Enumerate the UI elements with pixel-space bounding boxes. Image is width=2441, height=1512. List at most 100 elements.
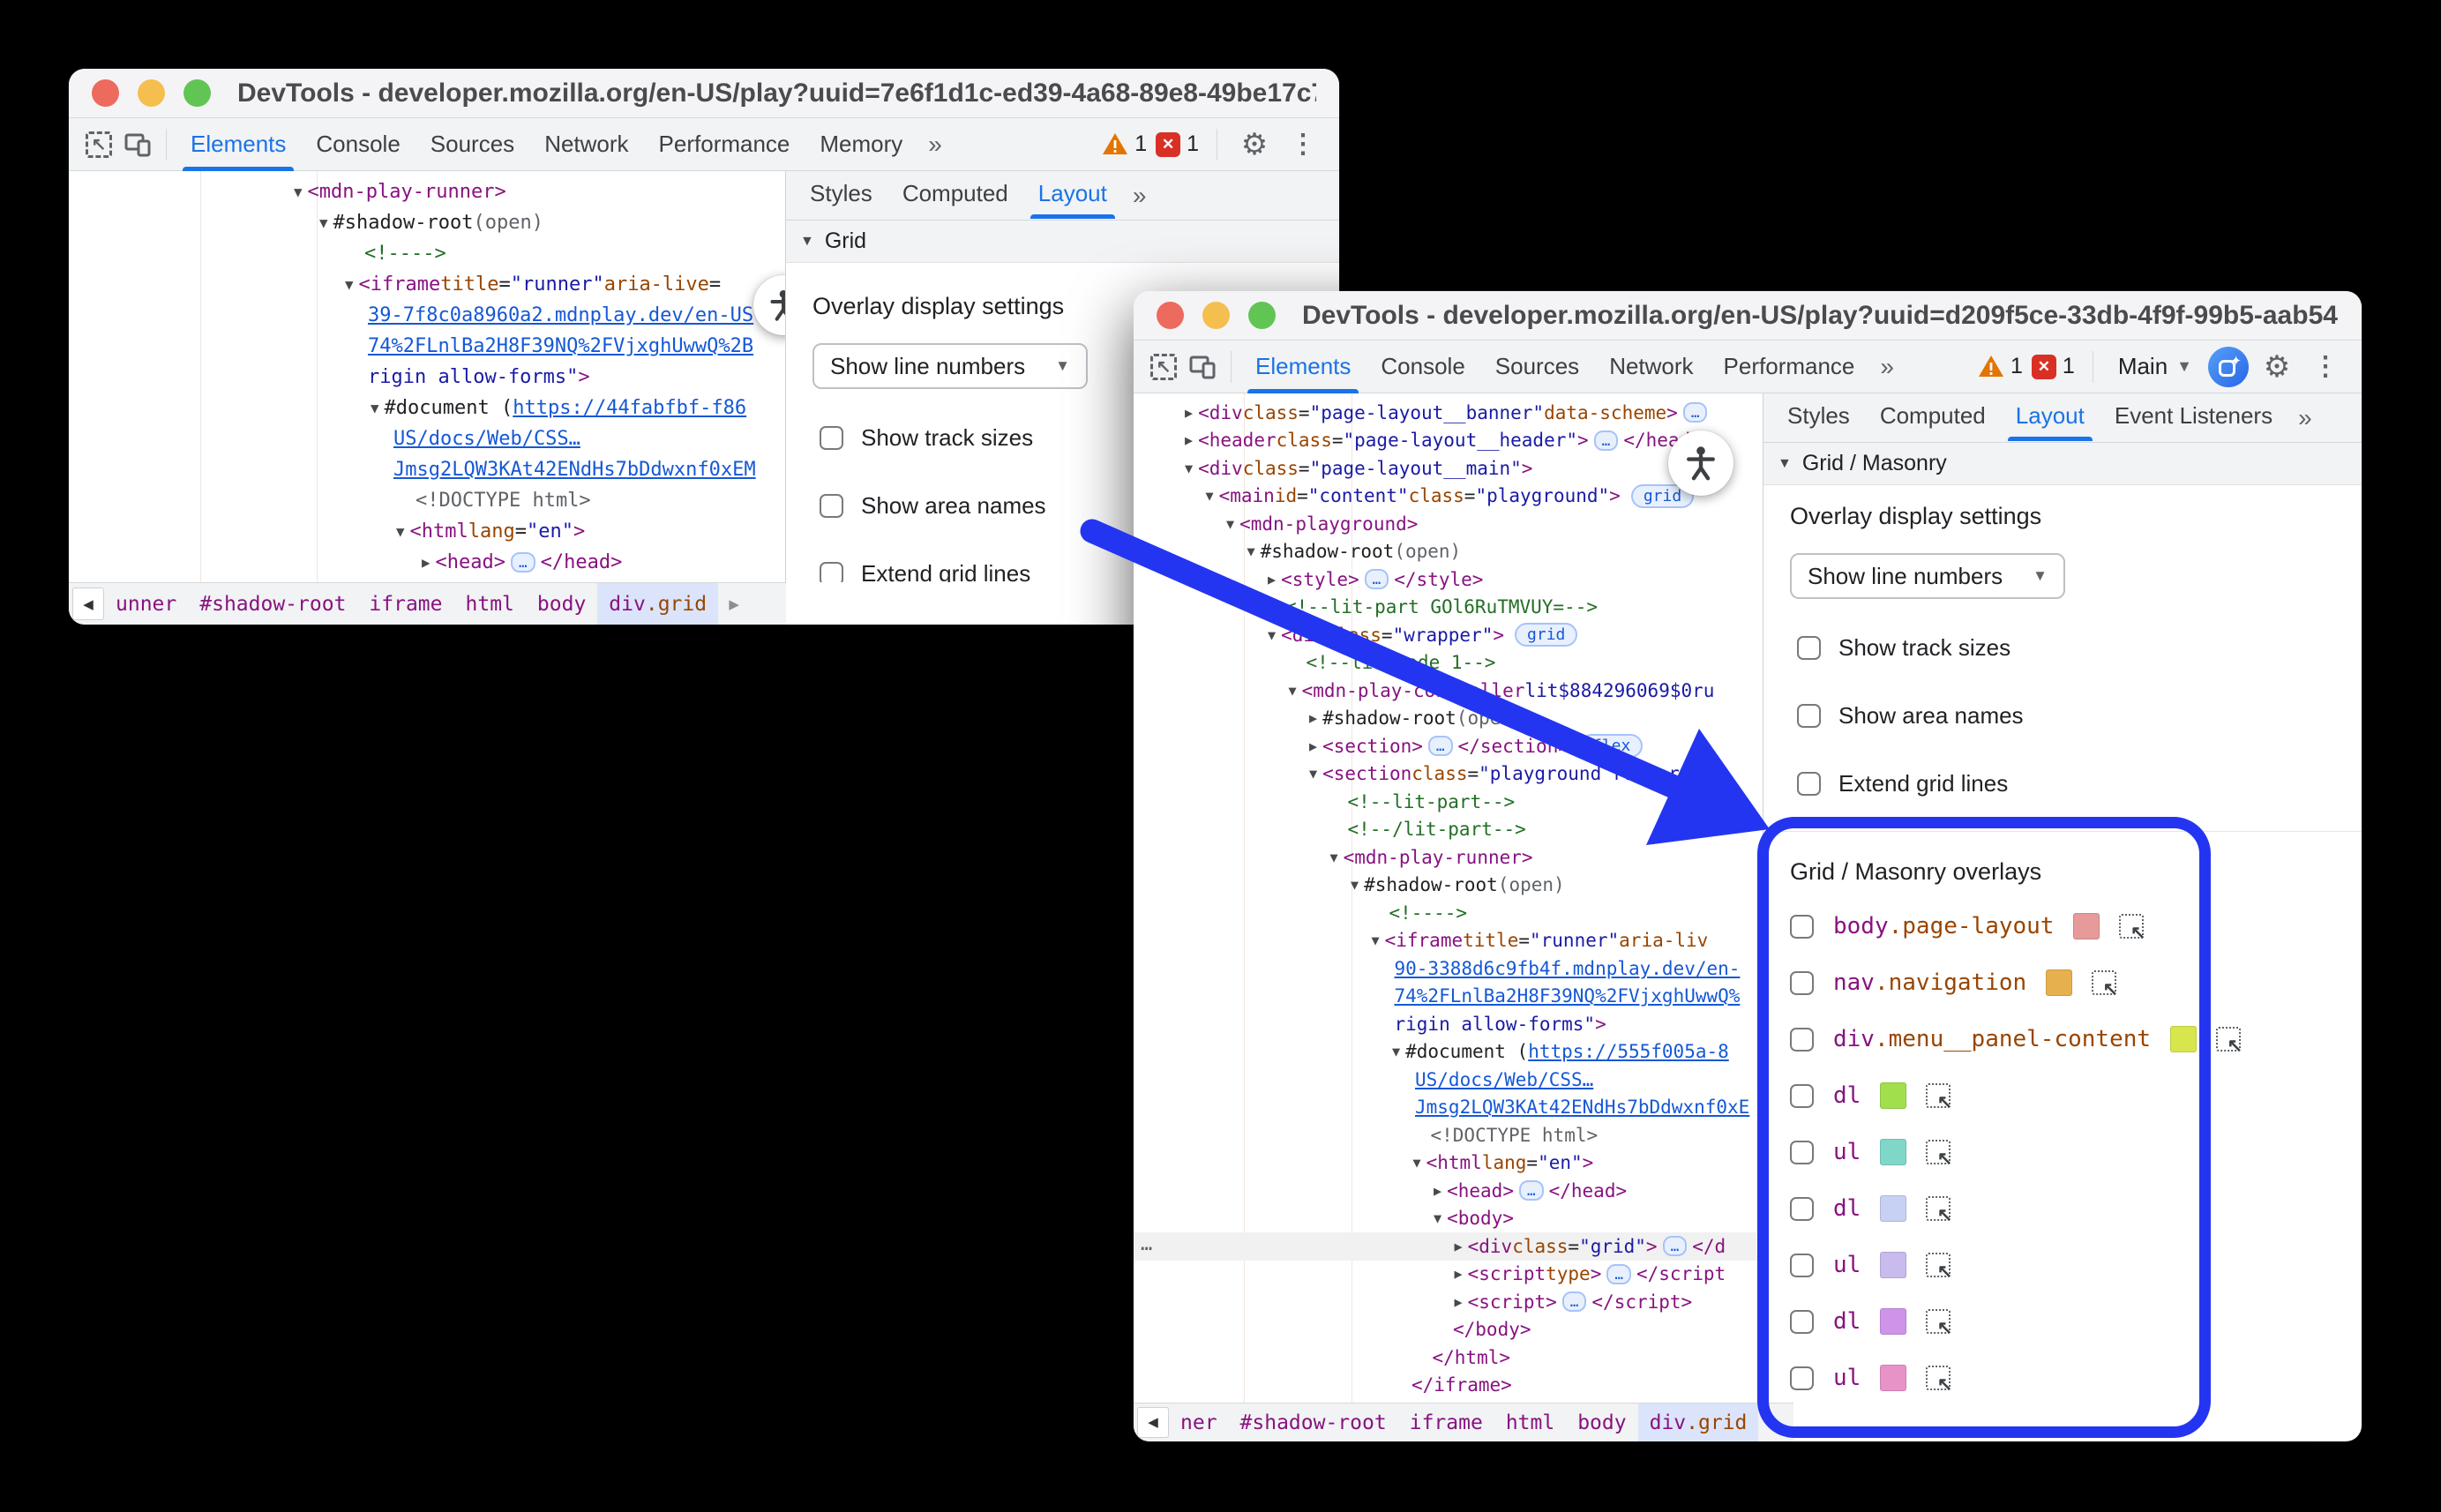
overlay-checkbox[interactable] — [1790, 1197, 1814, 1221]
inspect-element-icon[interactable]: ↖ — [79, 118, 118, 171]
ellipsis-badge[interactable]: … — [1594, 430, 1619, 451]
breadcrumb-item-shadow-root[interactable]: #shadow-root — [188, 583, 357, 625]
checkbox-icon[interactable] — [1797, 636, 1821, 660]
breadcrumb-forward-icon[interactable]: ▶ — [1758, 1407, 1790, 1437]
expand-arrow-icon[interactable]: ▼ — [1226, 516, 1234, 532]
tree-row[interactable]: ▶<head>…</head> — [1134, 1177, 1763, 1205]
tree-row[interactable]: US/docs/Web/CSS… — [1134, 1066, 1763, 1094]
overlay-checkbox[interactable] — [1790, 971, 1814, 995]
zoom-window-button[interactable] — [1248, 302, 1276, 329]
tab-elements[interactable]: Elements — [176, 118, 301, 171]
more-tabs-icon[interactable]: » — [1122, 182, 1156, 210]
breadcrumb-item-unner[interactable]: unner — [104, 583, 188, 625]
tree-row[interactable]: <!DOCTYPE html> — [1134, 1121, 1763, 1149]
grid-overlay-item[interactable]: dl — [1790, 1293, 2362, 1350]
checkbox-icon[interactable] — [1797, 772, 1821, 796]
tab-styles[interactable]: Styles — [1772, 392, 1865, 441]
expand-arrow-icon[interactable]: ▶ — [1455, 1294, 1463, 1310]
inspect-target-icon[interactable] — [1926, 1309, 1951, 1334]
checkbox-icon[interactable] — [820, 562, 843, 582]
tab-console[interactable]: Console — [1366, 341, 1479, 393]
flex-badge[interactable]: flex — [1580, 734, 1643, 758]
tree-row[interactable]: ▶<style>…</style> — [1134, 565, 1763, 594]
breadcrumb-back-icon[interactable]: ◀ — [1137, 1407, 1169, 1437]
kebab-menu-icon[interactable]: ⋮ — [2305, 351, 2346, 382]
device-toolbar-icon[interactable] — [118, 118, 157, 171]
gutter-more-icon[interactable]: … — [1141, 1233, 1154, 1255]
overlay-color-swatch[interactable] — [1880, 1365, 1906, 1391]
ellipsis-badge[interactable]: … — [1663, 1236, 1688, 1256]
breadcrumb-item-html[interactable]: html — [1494, 1403, 1566, 1441]
expand-arrow-icon[interactable]: ▼ — [1309, 766, 1317, 782]
tree-row[interactable]: ▼<div class="wrapper">grid — [1134, 621, 1763, 649]
tab-memory[interactable]: Memory — [805, 118, 917, 171]
expand-arrow-icon[interactable]: ▼ — [1434, 1210, 1441, 1226]
tree-row[interactable]: 90-3388d6c9fb4f.mdnplay.dev/en- — [1134, 954, 1763, 983]
tree-row[interactable]: ▼<iframe title="runner" aria-live= — [69, 269, 785, 300]
tab-sources[interactable]: Sources — [416, 118, 529, 171]
tree-row[interactable]: ▼<html lang="en"> — [1134, 1149, 1763, 1178]
tree-row[interactable]: 74%2FLnlBa2H8F39NQ%2FVjxghUwwQ% — [1134, 983, 1763, 1011]
dom-tree-pane[interactable]: ▼<mdn-play-runner>▼#shadow-root (open)<!… — [69, 171, 785, 582]
breadcrumb-item-iframe[interactable]: iframe — [357, 583, 453, 625]
overlay-color-swatch[interactable] — [1880, 1308, 1906, 1335]
tab-elements[interactable]: Elements — [1240, 341, 1366, 393]
inspect-element-icon[interactable]: ↖ — [1144, 341, 1183, 393]
overlay-checkbox[interactable] — [1790, 1084, 1814, 1108]
tree-row[interactable]: Jmsg2LQW3KAt42ENdHs7bDdwxnf0xE — [1134, 1094, 1763, 1122]
tree-row[interactable]: ▶<head>…</head> — [69, 547, 785, 578]
minimize-window-button[interactable] — [138, 79, 165, 107]
expand-arrow-icon[interactable]: ▼ — [396, 523, 405, 540]
device-toolbar-icon[interactable] — [1183, 341, 1222, 393]
overlay-checkbox[interactable] — [1790, 1028, 1814, 1052]
ellipsis-badge[interactable]: … — [1683, 402, 1708, 423]
titlebar[interactable]: DevTools - developer.mozilla.org/en-US/p… — [1134, 291, 2362, 341]
breadcrumb-back-icon[interactable]: ◀ — [72, 588, 104, 621]
accessibility-button[interactable] — [1668, 430, 1733, 496]
expand-arrow-icon[interactable]: ▼ — [1372, 932, 1380, 948]
tree-row[interactable]: ▶<header class="page-layout__header">…</… — [1134, 427, 1763, 455]
grid-overlay-item[interactable]: ul — [1790, 1237, 2362, 1293]
expand-arrow-icon[interactable]: ▼ — [1247, 543, 1255, 559]
tree-row[interactable]: ▶<section>…</section>flex — [1134, 732, 1763, 760]
inspect-target-icon[interactable] — [1926, 1083, 1951, 1108]
overlay-checkbox[interactable] — [1790, 1254, 1814, 1277]
tree-row[interactable]: rigin allow-forms"> — [1134, 1010, 1763, 1038]
grid-overlay-item[interactable]: body.page-layout — [1790, 898, 2362, 954]
expand-arrow-icon[interactable]: ▶ — [1309, 710, 1317, 726]
inspect-target-icon[interactable] — [2216, 1027, 2241, 1052]
line-numbers-dropdown[interactable]: Show line numbers▼ — [812, 343, 1088, 389]
settings-gear-icon[interactable]: ⚙ — [1235, 118, 1274, 171]
settings-gear-icon[interactable]: ⚙ — [2258, 341, 2296, 393]
ai-assistance-icon[interactable]: ✦ — [2208, 347, 2249, 387]
expand-arrow-icon[interactable]: ▼ — [1289, 683, 1297, 699]
expand-arrow-icon[interactable]: ▶ — [1268, 572, 1276, 588]
expand-arrow-icon[interactable]: ▼ — [1392, 1044, 1400, 1059]
expand-arrow-icon[interactable]: ▶ — [1455, 1239, 1463, 1254]
grid-overlay-item[interactable]: nav.navigation — [1790, 954, 2362, 1011]
breadcrumb-item-iframe[interactable]: iframe — [1398, 1403, 1494, 1441]
inspect-target-icon[interactable] — [2092, 970, 2116, 995]
tree-row[interactable]: ▶<div class="grid">…</d — [1134, 1232, 1763, 1261]
tree-row[interactable]: ▶<script type>…</script — [1134, 1261, 1763, 1289]
overlay-color-swatch[interactable] — [1880, 1139, 1906, 1165]
breadcrumb-item-div[interactable]: div.grid — [1638, 1403, 1759, 1441]
inspect-target-icon[interactable] — [1926, 1140, 1951, 1164]
tree-row[interactable]: 74%2FLnlBa2H8F39NQ%2FVjxghUwwQ%2B — [69, 331, 785, 362]
expand-arrow-icon[interactable]: ▶ — [1185, 432, 1193, 448]
titlebar[interactable]: DevTools - developer.mozilla.org/en-US/p… — [69, 69, 1339, 118]
dom-tree-pane[interactable]: ▶<div class="page-layout__banner" data-s… — [1134, 393, 1763, 1403]
overlay-color-swatch[interactable] — [1880, 1082, 1906, 1109]
breadcrumb-item-body[interactable]: body — [526, 583, 597, 625]
overlay-checkbox[interactable] — [1790, 1310, 1814, 1334]
grid-overlay-item[interactable]: ul — [1790, 1124, 2362, 1180]
tree-row[interactable]: rigin allow-forms"> — [69, 362, 785, 393]
close-window-button[interactable] — [92, 79, 119, 107]
warnings-badge[interactable]: 1 — [1102, 131, 1147, 157]
tree-row[interactable]: ▼<body> — [69, 578, 785, 582]
expand-arrow-icon[interactable]: ▶ — [1185, 405, 1193, 421]
close-window-button[interactable] — [1157, 302, 1184, 329]
expand-arrow-icon[interactable]: ▼ — [1206, 488, 1214, 504]
overlay-color-swatch[interactable] — [2073, 913, 2100, 939]
checkbox-show-area-names[interactable]: Show area names — [1797, 702, 2362, 730]
